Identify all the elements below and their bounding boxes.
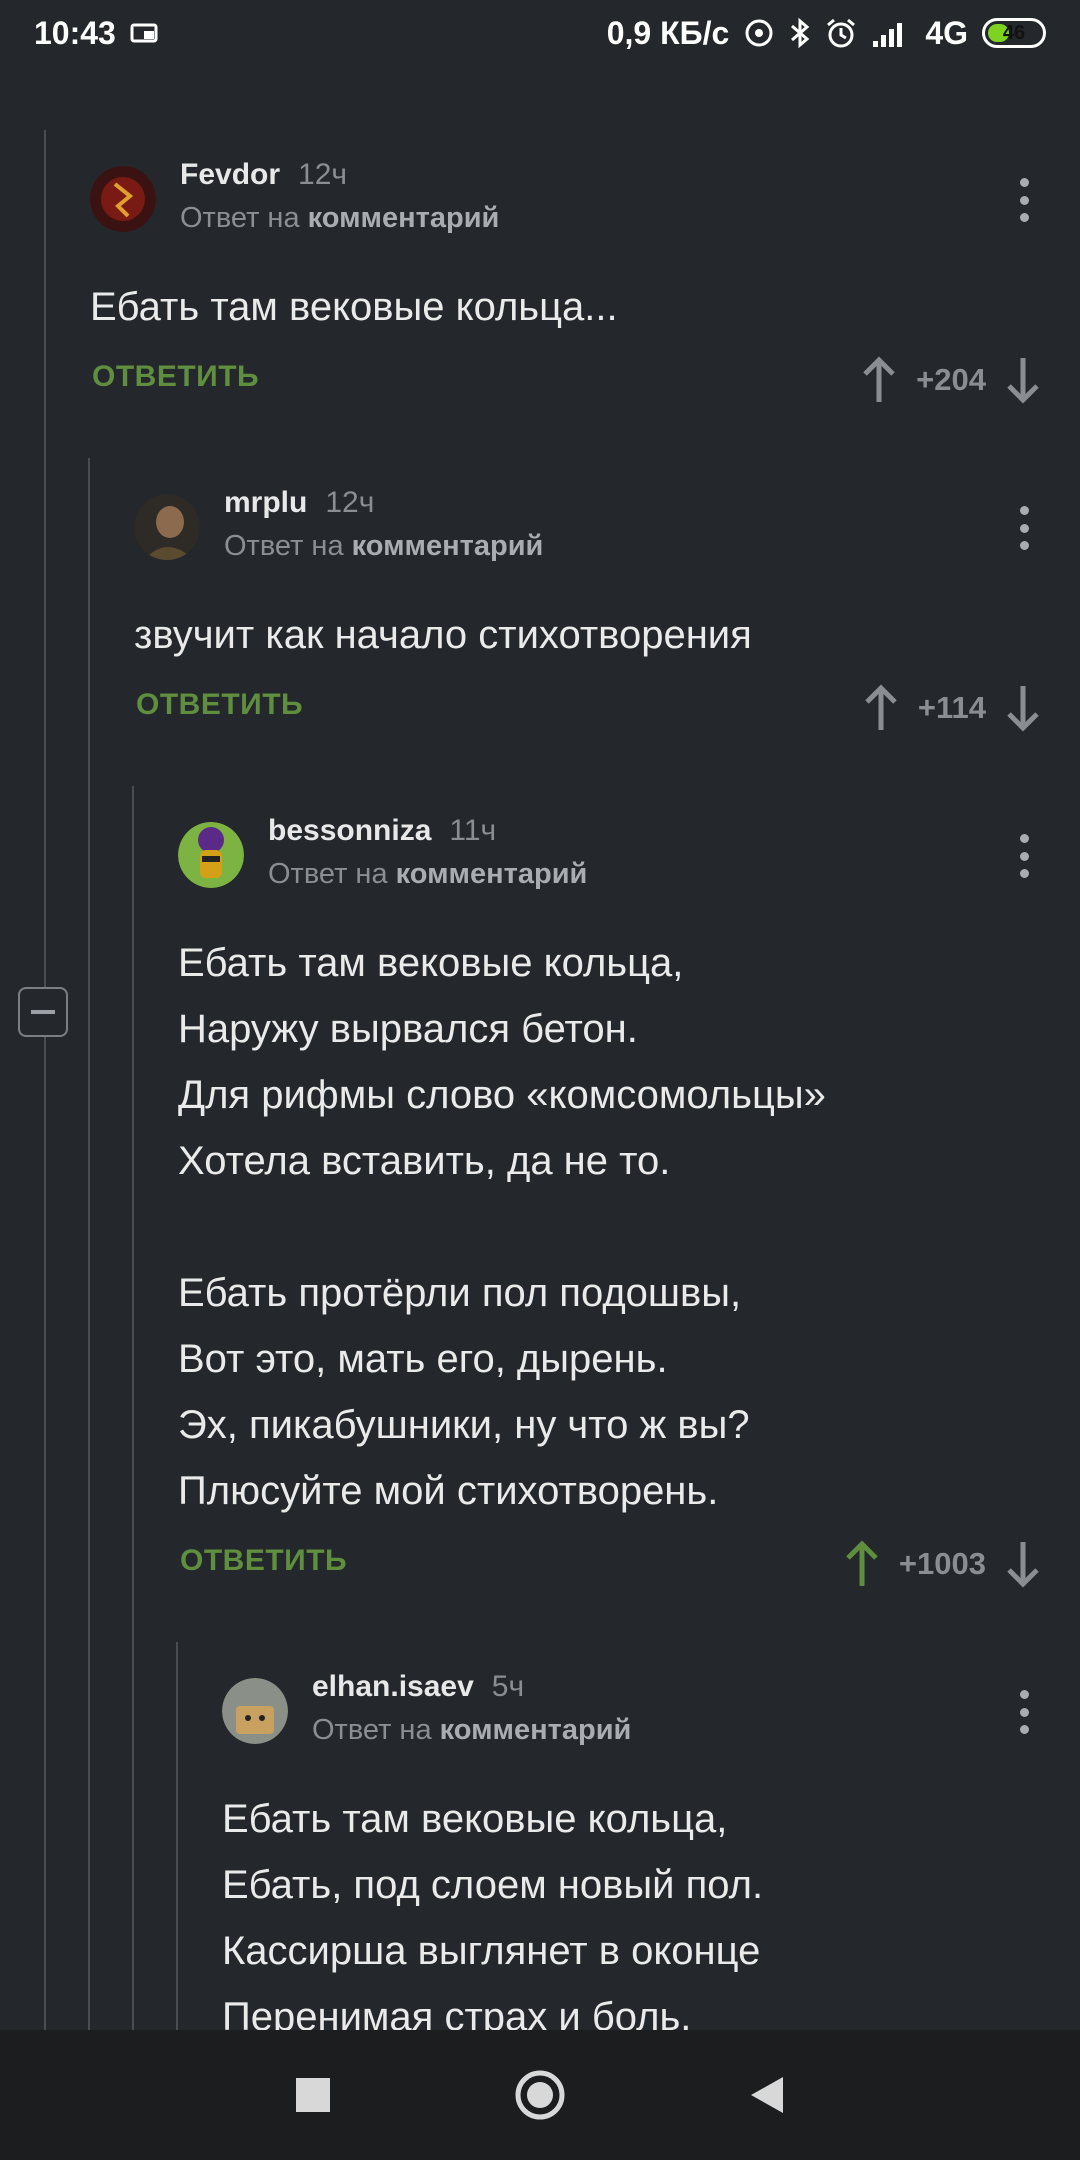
author-name[interactable]: bessonniza [268, 814, 431, 847]
more-options-icon[interactable] [1018, 1690, 1030, 1734]
upvote-icon[interactable] [862, 356, 896, 404]
network-type: 4G [925, 14, 968, 51]
comment-time: 12ч [298, 158, 348, 191]
reply-to-link[interactable]: комментарий [308, 202, 500, 234]
reply-to-link[interactable]: комментарий [352, 530, 544, 562]
reply-to-line: Ответ на комментарий [224, 530, 544, 562]
thread-line-level-2 [88, 458, 90, 2030]
more-options-icon[interactable] [1018, 506, 1030, 550]
comment-time: 12ч [325, 486, 375, 519]
reply-to-link[interactable]: комментарий [396, 858, 588, 890]
thread-line-level-1 [44, 130, 46, 2030]
system-nav-bar [0, 2030, 1080, 2160]
battery-level: 46 [1002, 21, 1026, 44]
comment: bessonniza 11ч Ответ на комментарий Ебать… [178, 814, 1040, 1604]
more-options-icon[interactable] [1018, 178, 1030, 222]
reply-to-link[interactable]: комментарий [440, 1714, 632, 1746]
screen-cast-icon [130, 21, 160, 45]
alarm-icon [825, 17, 857, 49]
recents-button[interactable] [273, 2055, 353, 2135]
downvote-icon[interactable] [1006, 684, 1040, 732]
battery-icon: 46 [982, 18, 1046, 48]
comment-body: Ебать там вековые кольца... [90, 285, 618, 329]
downvote-icon[interactable] [1006, 1540, 1040, 1588]
upvote-icon[interactable] [864, 684, 898, 732]
bluetooth-icon [789, 17, 811, 49]
comment: Fevdor 12ч Ответ на комментарий Ебать там… [90, 158, 1040, 420]
avatar[interactable] [134, 494, 200, 560]
comment: mrplu 12ч Ответ на комментарий звучит как… [134, 486, 1040, 748]
thread-line-level-3 [132, 786, 134, 2030]
status-bar: 10:43 0,9 КБ/с 4G 46 [0, 0, 1080, 66]
rating: +1003 [898, 1546, 986, 1581]
reply-button[interactable]: ОТВЕТИТЬ [92, 360, 259, 394]
rating: +114 [917, 690, 986, 725]
reply-to-line: Ответ на комментарий [312, 1714, 632, 1746]
avatar[interactable] [222, 1678, 288, 1744]
comment: elhan.isaev 5ч Ответ на комментарий Ебать… [222, 1670, 1040, 2050]
home-button[interactable] [500, 2055, 580, 2135]
comment-body: Ебать там вековые кольца, Наружу вырвалс… [178, 941, 826, 1513]
upvote-icon-active[interactable] [845, 1540, 879, 1588]
comment-time: 5ч [491, 1670, 525, 1703]
reply-button[interactable]: ОТВЕТИТЬ [180, 1544, 347, 1578]
avatar[interactable] [90, 166, 156, 232]
hotspot-icon [743, 17, 775, 49]
downvote-icon[interactable] [1006, 356, 1040, 404]
author-name[interactable]: elhan.isaev [312, 1670, 474, 1703]
comment-body: Ебать там вековые кольца, Ебать, под сло… [222, 1797, 764, 2039]
reply-button[interactable]: ОТВЕТИТЬ [136, 688, 303, 722]
collapse-thread-button[interactable] [18, 987, 68, 1037]
thread-line-level-4 [176, 1642, 178, 2030]
author-name[interactable]: mrplu [224, 486, 307, 519]
comment-time: 11ч [449, 814, 497, 847]
reply-to-line: Ответ на комментарий [268, 858, 588, 890]
signal-icon [871, 19, 911, 47]
clock: 10:43 [34, 14, 116, 51]
net-speed: 0,9 КБ/с [606, 14, 730, 51]
avatar[interactable] [178, 822, 244, 888]
back-button[interactable] [727, 2055, 807, 2135]
rating: +204 [916, 362, 986, 397]
comment-body: звучит как начало стихотворения [134, 613, 752, 657]
more-options-icon[interactable] [1018, 834, 1030, 878]
reply-to-line: Ответ на комментарий [180, 202, 500, 234]
author-name[interactable]: Fevdor [180, 158, 280, 191]
